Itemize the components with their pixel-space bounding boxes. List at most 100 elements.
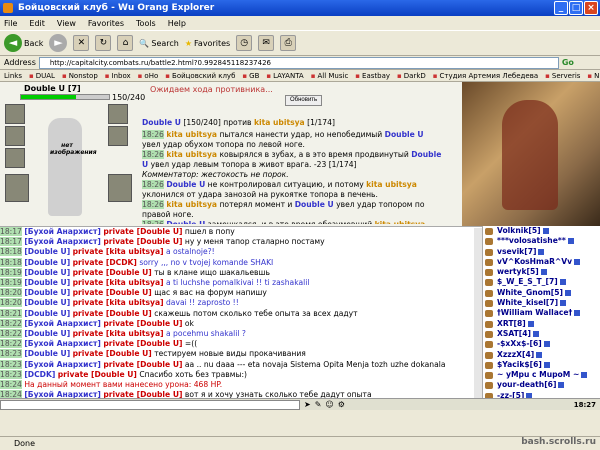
info-icon[interactable] — [567, 238, 574, 245]
favorites-button[interactable]: ★ Favorites — [185, 39, 230, 48]
chat-input[interactable] — [0, 399, 300, 410]
online-user[interactable]: XSAT[4] — [483, 329, 600, 339]
info-icon[interactable] — [574, 258, 581, 265]
link-item[interactable]: DUAL — [29, 72, 55, 80]
link-item[interactable]: LAYANTA — [266, 72, 304, 80]
info-icon[interactable] — [536, 351, 543, 358]
link-item[interactable]: DarkD — [397, 72, 426, 80]
online-user[interactable]: ***volosatishe** — [483, 236, 600, 246]
chat-private-target[interactable]: private [Double U] — [103, 339, 182, 348]
link-item[interactable]: Студия Артемия Лебедева — [433, 72, 539, 80]
online-user[interactable]: White_kisel[7] — [483, 298, 600, 308]
send-icon[interactable]: ➤ — [304, 400, 311, 409]
chat-sender[interactable]: [Бухой Анархист] — [24, 390, 101, 398]
online-user[interactable]: Volknik[5] — [483, 226, 600, 236]
mail-icon[interactable]: ✉ — [258, 35, 275, 51]
info-icon[interactable] — [581, 372, 588, 379]
chat-private-target[interactable]: private [Double U] — [103, 390, 182, 398]
online-user[interactable]: $_W_E_S_T_[7] — [483, 277, 600, 287]
slot-weapon[interactable] — [5, 126, 25, 146]
online-user[interactable]: -$xXx$-[6] — [483, 339, 600, 349]
chat-sender[interactable]: [Double U] — [24, 278, 70, 287]
chat-private-target[interactable]: private [Double U] — [73, 268, 152, 277]
info-icon[interactable] — [538, 248, 545, 255]
online-user[interactable]: $Yacik$[6] — [483, 360, 600, 370]
info-icon[interactable] — [574, 310, 581, 317]
online-user[interactable]: ~ yMpu c MupoM ~ — [483, 370, 600, 380]
search-button[interactable]: 🔍 Search — [139, 39, 178, 48]
online-user[interactable]: White_Gnom[5] — [483, 288, 600, 298]
info-icon[interactable] — [564, 289, 571, 296]
chat-private-target[interactable]: private [Double U] — [73, 288, 152, 297]
link-item[interactable]: Serveris — [545, 72, 581, 80]
chat-private-target[interactable]: private [kita ubitsya] — [73, 247, 164, 256]
smile-icon[interactable]: ☺ — [325, 400, 333, 409]
chat-private-target[interactable]: private [Double U] — [73, 309, 152, 318]
chat-sender[interactable]: [Double U] — [24, 258, 70, 267]
link-item[interactable]: All Music — [311, 72, 348, 80]
forward-button[interactable]: ► — [49, 34, 68, 52]
online-user[interactable]: XRT[8] — [483, 319, 600, 329]
maximize-button[interactable]: □ — [569, 1, 583, 15]
chat-sender[interactable]: [Double U] — [24, 268, 70, 277]
chat-sender[interactable]: [Double U] — [24, 247, 70, 256]
info-icon[interactable] — [540, 269, 547, 276]
chat-sender[interactable]: [DCDK] — [24, 370, 55, 379]
stop-icon[interactable]: ✕ — [73, 35, 90, 51]
chat-sender[interactable]: [Бухой Анархист] — [24, 227, 101, 236]
slot-helmet[interactable] — [5, 104, 25, 124]
info-icon[interactable] — [543, 361, 550, 368]
chat-scrollbar[interactable] — [474, 228, 482, 398]
slot-axe[interactable] — [108, 126, 128, 146]
chat-private-target[interactable]: private [Double U] — [103, 319, 182, 328]
chat-sender[interactable]: [Бухой Анархист] — [24, 319, 101, 328]
chat-sender[interactable]: [Double U] — [24, 309, 70, 318]
menu-item[interactable]: Favorites — [88, 19, 124, 28]
slot-armor[interactable] — [5, 148, 25, 168]
chat-sender[interactable]: [Бухой Анархист] — [24, 339, 101, 348]
print-icon[interactable]: ⎙ — [280, 35, 297, 51]
chat-sender[interactable]: [Double U] — [24, 349, 70, 358]
info-icon[interactable] — [558, 382, 565, 389]
history-icon[interactable]: ◷ — [236, 35, 253, 51]
refresh-fight-button[interactable]: Обновить — [285, 95, 323, 106]
chat-sender[interactable]: [Бухой Анархист] — [24, 360, 101, 369]
menu-item[interactable]: File — [4, 19, 17, 28]
slot-mask[interactable] — [108, 104, 128, 124]
link-item[interactable]: Inbox — [105, 72, 131, 80]
filter-icon[interactable]: ⚙ — [338, 400, 345, 409]
link-item[interactable]: Nonstop — [62, 72, 98, 80]
go-button[interactable]: Go — [562, 58, 574, 67]
minimize-button[interactable]: _ — [554, 1, 568, 15]
menu-item[interactable]: Tools — [136, 19, 156, 28]
link-item[interactable]: GB — [242, 72, 259, 80]
link-item[interactable]: oHo — [138, 72, 158, 80]
info-icon[interactable] — [533, 330, 540, 337]
online-user[interactable]: XzzzX[4] — [483, 350, 600, 360]
chat-private-target[interactable]: private [Double U] — [103, 227, 182, 236]
player-name[interactable]: Double U [7] — [24, 84, 81, 93]
info-icon[interactable] — [560, 300, 567, 307]
link-item[interactable]: NIC — [587, 72, 600, 80]
chat-private-target[interactable]: private [kita ubitsya] — [73, 329, 164, 338]
link-item[interactable]: Бойцовский клуб — [165, 72, 235, 80]
chat-sender[interactable]: [Double U] — [24, 329, 70, 338]
slot-shield[interactable] — [5, 174, 29, 202]
chat-private-target[interactable]: private [DCDK] — [73, 258, 137, 267]
refresh-icon[interactable]: ↻ — [95, 35, 112, 51]
online-user[interactable]: your-death[6] — [483, 380, 600, 390]
info-icon[interactable] — [543, 341, 550, 348]
home-icon[interactable]: ⌂ — [117, 35, 134, 51]
close-window-button[interactable]: × — [584, 1, 598, 15]
online-user[interactable]: vsevik[7] — [483, 247, 600, 257]
online-user[interactable]: vV^KosHmaR^Vv — [483, 257, 600, 267]
chat-sender[interactable]: [Double U] — [24, 298, 70, 307]
menu-item[interactable]: Edit — [29, 19, 45, 28]
info-icon[interactable] — [527, 320, 534, 327]
menu-item[interactable]: Help — [168, 19, 186, 28]
online-user[interactable]: wertyk[5] — [483, 267, 600, 277]
chat-private-target[interactable]: private [Double U] — [73, 349, 152, 358]
clear-icon[interactable]: ✎ — [315, 400, 322, 409]
chat-private-target[interactable]: private [Double U] — [103, 237, 182, 246]
online-user[interactable]: -zz-[5] — [483, 391, 600, 398]
